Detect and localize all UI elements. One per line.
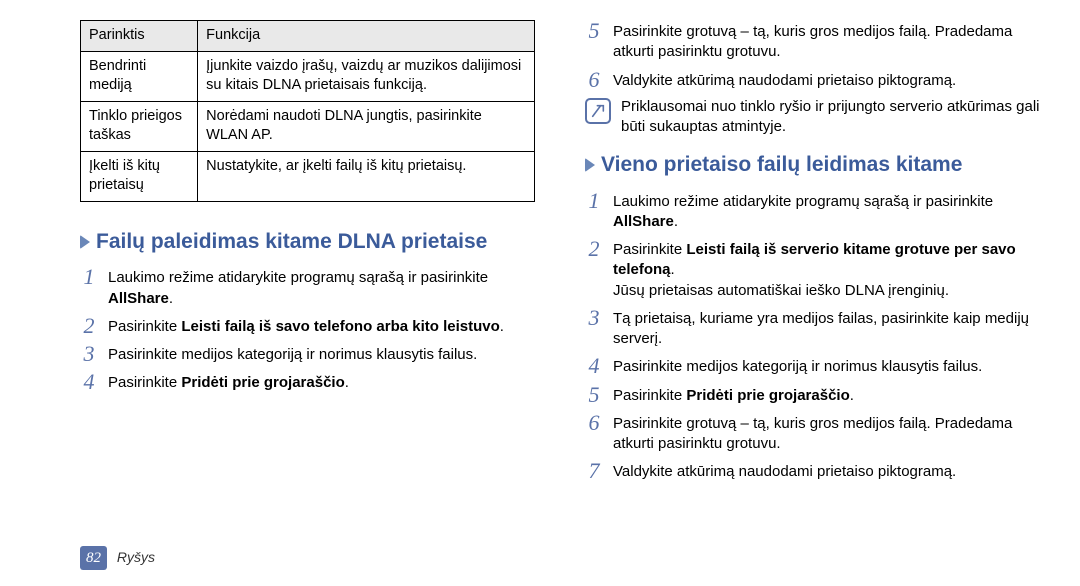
step-number: 6 <box>585 412 603 434</box>
step-text: Pasirinkite Pridėti prie grojaraščio. <box>613 384 1040 406</box>
table-row: Įkelti iš kitų prietaisų Nustatykite, ar… <box>81 151 535 201</box>
right-steps: 1 Laukimo režime atidarykite programų są… <box>585 190 1040 483</box>
step-text: Laukimo režime atidarykite programų sąra… <box>613 190 1040 233</box>
table-row: Tinklo prieigos taškas Norėdami naudoti … <box>81 101 535 151</box>
step-number: 3 <box>80 343 98 365</box>
step-text: Pasirinkite grotuvą – tą, kuris gros med… <box>613 412 1040 455</box>
step-text: Pasirinkite Leisti failą iš savo telefon… <box>108 315 535 337</box>
step-number: 7 <box>585 460 603 482</box>
options-table: Parinktis Funkcija Bendrinti mediją Įjun… <box>80 20 535 202</box>
step-number: 4 <box>80 371 98 393</box>
step-number: 6 <box>585 69 603 91</box>
chevron-right-icon <box>80 235 90 249</box>
table-row: Bendrinti mediją Įjunkite vaizdo įrašų, … <box>81 51 535 101</box>
step-number: 2 <box>80 315 98 337</box>
step-text: Valdykite atkūrimą naudodami prietaiso p… <box>613 460 1040 482</box>
step-text: Pasirinkite medijos kategoriją ir norimu… <box>613 355 1040 377</box>
section-title-right: Vieno prietaiso failų leidimas kitame <box>585 151 1040 179</box>
step-text: Pasirinkite grotuvą – tą, kuris gros med… <box>613 20 1040 63</box>
page-footer: 82 Ryšys <box>80 546 155 570</box>
chevron-right-icon <box>585 158 595 172</box>
footer-section: Ryšys <box>117 549 155 565</box>
table-header-function: Funkcija <box>198 21 535 52</box>
table-header-option: Parinktis <box>81 21 198 52</box>
step-text: Pasirinkite Leisti failą iš serverio kit… <box>613 238 1040 301</box>
step-text: Valdykite atkūrimą naudodami prietaiso p… <box>613 69 1040 91</box>
page-number: 82 <box>80 546 107 570</box>
step-number: 5 <box>585 20 603 42</box>
section-title-left: Failų paleidimas kitame DLNA prietaise <box>80 228 535 256</box>
step-number: 1 <box>80 266 98 288</box>
note-callout: Priklausomai nuo tinklo ryšio ir prijung… <box>585 97 1040 138</box>
note-icon <box>585 98 611 124</box>
right-top-steps: 5 Pasirinkite grotuvą – tą, kuris gros m… <box>585 20 1040 91</box>
step-number: 3 <box>585 307 603 329</box>
step-text: Tą prietaisą, kuriame yra medijos failas… <box>613 307 1040 350</box>
step-number: 5 <box>585 384 603 406</box>
step-number: 2 <box>585 238 603 260</box>
step-text: Laukimo režime atidarykite programų sąra… <box>108 266 535 309</box>
step-text: Pasirinkite medijos kategoriją ir norimu… <box>108 343 535 365</box>
step-text: Pasirinkite Pridėti prie grojaraščio. <box>108 371 535 393</box>
left-steps: 1 Laukimo režime atidarykite programų są… <box>80 266 535 393</box>
step-number: 4 <box>585 355 603 377</box>
note-text: Priklausomai nuo tinklo ryšio ir prijung… <box>621 97 1040 138</box>
step-number: 1 <box>585 190 603 212</box>
